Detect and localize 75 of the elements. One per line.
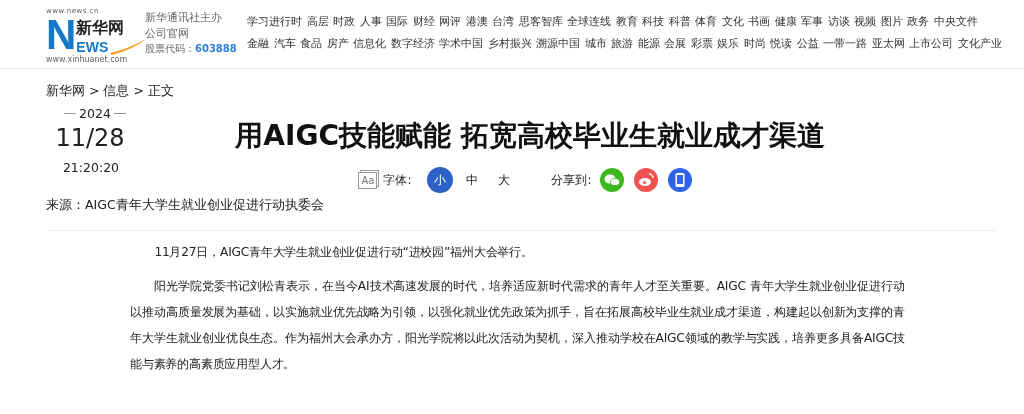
nav-link[interactable]: 人事	[359, 14, 382, 29]
nav-link[interactable]: 港澳	[465, 14, 488, 29]
nav-link[interactable]: 能源	[637, 36, 660, 51]
nav-link[interactable]: 食品	[300, 36, 322, 51]
font-size-option[interactable]: 小	[427, 167, 454, 193]
wechat-share-icon[interactable]	[599, 168, 624, 192]
nav-link[interactable]: 学术中国	[439, 36, 483, 51]
nav-link[interactable]: 中央文件	[933, 14, 978, 29]
nav-link[interactable]: 亚太网	[871, 36, 905, 51]
date-time: 21:20:20	[62, 159, 120, 176]
publisher-text: 新华通讯社主办	[145, 10, 223, 25]
article-paragraph: 11月27日，AIGC青年大学生就业创业促进行动“进校园”福州大会举行。	[153, 244, 534, 261]
font-icon: Aa	[358, 171, 378, 189]
font-size-option[interactable]: 中	[459, 167, 486, 193]
stock-label: 股票代码：	[145, 43, 195, 54]
nav-link[interactable]: 信息化	[353, 36, 386, 51]
nav-link[interactable]: 财经	[412, 14, 435, 29]
nav-link[interactable]: 旅游	[611, 36, 633, 51]
nav-link[interactable]: 彩票	[690, 36, 713, 51]
breadcrumb-link[interactable]: 新华网	[46, 83, 85, 100]
date-day: 11/28	[55, 121, 125, 155]
font-label: 字体:	[383, 171, 412, 189]
stock-code-link[interactable]: 603888	[195, 43, 237, 54]
nav-link[interactable]: 视频	[854, 14, 876, 29]
nav-link[interactable]: 乡村振兴	[487, 36, 532, 51]
nav-link[interactable]: 学习进行时	[247, 14, 302, 29]
logo-name: 新华网	[76, 19, 126, 37]
nav-link[interactable]: 台湾	[492, 14, 514, 29]
article-title: 用AIGC技能赋能 拓宽高校毕业生就业成才渠道	[235, 118, 825, 154]
breadcrumb-separator: >	[89, 83, 100, 100]
font-size-option[interactable]: 大	[491, 167, 518, 193]
nav-link[interactable]: 网评	[439, 14, 461, 29]
nav-link[interactable]: 房产	[326, 36, 349, 51]
nav-link[interactable]: 科技	[642, 14, 664, 29]
mobile-share-icon[interactable]	[667, 168, 692, 192]
nav-link[interactable]: 军事	[801, 14, 823, 29]
nav-link[interactable]: 金融	[247, 36, 269, 51]
logo-letters: EWS	[76, 39, 109, 55]
nav-link[interactable]: 全球连线	[567, 14, 611, 29]
weibo-share-icon[interactable]	[633, 168, 658, 192]
breadcrumb-separator: >	[133, 83, 144, 100]
nav-link[interactable]: 时政	[333, 14, 355, 29]
logo-letter: N	[46, 15, 77, 55]
nav-link[interactable]: 访谈	[827, 14, 850, 29]
nav-link[interactable]: 数字经济	[390, 36, 435, 51]
nav-link[interactable]: 图片	[880, 14, 903, 29]
nav-link[interactable]: 高层	[306, 14, 329, 29]
nav-link[interactable]: 公益	[796, 36, 819, 51]
logo-url: www.xinhuanet.com	[46, 55, 129, 65]
nav-link[interactable]: 文化	[721, 14, 744, 29]
nav-link[interactable]: 上市公司	[909, 36, 953, 51]
nav-link[interactable]: 教育	[615, 14, 638, 29]
nav-link[interactable]: 书画	[748, 14, 770, 29]
nav-link[interactable]: 娱乐	[717, 36, 739, 51]
article-paragraph: 阳光学院党委书记刘松青表示，在当今AI技术高速发展的时代，培养适应新时代需求的青年人才至关重要。AIGC 青年大学生就业创业促进行动以推动高质量发展为基础，以实施就业优先战略为引领，以强化就业优先政策为抓手，旨在拓展高校毕业生就业成才渠道，构建起以创新为支撑的青年大学生就业创业优良生态。作为福州大会承办方，阳光学院将以此次活动为契机，深入推动学校在AIGC领域的教学与实践，培养更多具备AIGC技能与素养的高素质应用型人才。	[130, 278, 905, 373]
date-year: 2024	[79, 106, 111, 121]
nav-link[interactable]: 思客智库	[518, 14, 563, 29]
nav-link[interactable]: 国际	[386, 14, 408, 29]
publisher-text: 公司官网	[145, 26, 190, 41]
nav-link[interactable]: 文化产业	[957, 36, 1002, 51]
nav-link[interactable]: 时尚	[743, 36, 766, 51]
source-text: 来源：AIGC青年大学生就业创业促进行动执委会	[46, 197, 325, 214]
nav-link[interactable]: 会展	[664, 36, 686, 51]
breadcrumb-link[interactable]: 正文	[147, 83, 174, 100]
nav-link[interactable]: 城市	[584, 36, 607, 51]
nav-link[interactable]: 悦读	[770, 36, 792, 51]
nav-link[interactable]: 政务	[907, 14, 929, 29]
nav-link[interactable]: 一带一路	[823, 36, 867, 51]
nav-link[interactable]: 溯源中国	[536, 36, 580, 51]
breadcrumb-link[interactable]: 信息	[103, 83, 130, 100]
nav-link[interactable]: 体育	[695, 14, 717, 29]
nav-link[interactable]: 科普	[668, 14, 691, 29]
nav-link[interactable]: 健康	[774, 14, 797, 29]
share-label: 分享到:	[551, 171, 592, 189]
nav-link[interactable]: 汽车	[273, 36, 296, 51]
